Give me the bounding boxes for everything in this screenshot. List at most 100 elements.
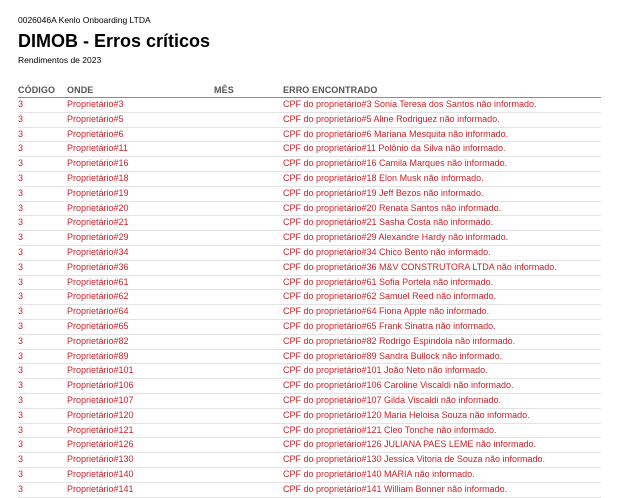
cell-erro: CPF do proprietário#18 Elon Musk não inf… <box>283 171 601 187</box>
table-row: 3 Proprietário#89 CPF do proprietário#89 S… <box>18 349 601 365</box>
column-header-onde: ONDE <box>67 85 214 98</box>
cell-codigo: 3 <box>18 482 67 498</box>
company-name: 0026046A Kenlo Onboarding LTDA <box>18 15 151 25</box>
table-row: 3 Proprietário#101 CPF do proprietário#101… <box>18 363 601 380</box>
table-row: 3 Proprietário#20 CPF do proprietário#20 R… <box>18 201 601 217</box>
cell-erro: CPF do proprietário#61 Sofia Portela não… <box>283 275 601 291</box>
cell-erro: CPF do proprietário#62 Samuel Reed não i… <box>283 289 601 306</box>
cell-codigo: 3 <box>18 112 67 128</box>
cell-mes <box>214 230 283 246</box>
cell-onde: Proprietário#64 <box>67 304 214 320</box>
cell-mes <box>214 349 283 365</box>
cell-mes <box>214 245 283 261</box>
cell-erro: CPF do proprietário#65 Frank Sinatra não… <box>283 319 601 335</box>
cell-onde: Proprietário#20 <box>67 201 214 217</box>
table-row: 3 Proprietário#61 CPF do proprietário#61 S… <box>18 275 601 291</box>
table-row: 3 Proprietário#18 CPF do proprietário#18 E… <box>18 171 601 187</box>
table-row: 3 Proprietário#107 CPF do proprietário#107… <box>18 393 601 409</box>
cell-erro: CPF do proprietário#82 Rodrigo Espindola… <box>283 334 601 350</box>
cell-mes <box>214 408 283 424</box>
cell-erro: CPF do proprietário#16 Camila Marques nã… <box>283 156 601 172</box>
cell-mes <box>214 482 283 498</box>
cell-erro: CPF do proprietário#89 Sandra Bullock nã… <box>283 349 601 365</box>
cell-onde: Proprietário#120 <box>67 408 214 424</box>
cell-onde: Proprietário#18 <box>67 171 214 187</box>
cell-erro: CPF do proprietário#11 Polônio da Silva … <box>283 141 601 158</box>
cell-erro: CPF do proprietário#19 Jeff Bezos não in… <box>283 186 601 202</box>
cell-mes <box>214 275 283 291</box>
table-row: 3 Proprietário#3 CPF do proprietário#3 Son… <box>18 97 601 113</box>
table-row: 3 Proprietário#64 CPF do proprietário#64 F… <box>18 304 601 320</box>
cell-codigo: 3 <box>18 141 67 158</box>
cell-erro: CPF do proprietário#36 M&V CONSTRUTORA L… <box>283 260 601 276</box>
table-row: 3 Proprietário#62 CPF do proprietário#62 S… <box>18 289 601 306</box>
cell-onde: Proprietário#126 <box>67 437 214 454</box>
cell-codigo: 3 <box>18 452 67 468</box>
cell-mes <box>214 156 283 172</box>
cell-erro: CPF do proprietário#120 Maria Heloisa So… <box>283 408 601 424</box>
cell-erro: CPF do proprietário#6 Mariana Mesquita n… <box>283 127 601 143</box>
table-row: 3 Proprietário#141 CPF do proprietário#141… <box>18 482 601 498</box>
cell-erro: CPF do proprietário#121 Cleo Tonche não … <box>283 423 601 439</box>
cell-mes <box>214 215 283 232</box>
cell-erro: CPF do proprietário#34 Chico Bento não i… <box>283 245 601 261</box>
cell-erro: CPF do proprietário#130 Jessica Vitoria … <box>283 452 601 468</box>
table-row: 3 Proprietário#130 CPF do proprietário#130… <box>18 452 601 468</box>
cell-mes <box>214 260 283 276</box>
cell-mes <box>214 171 283 187</box>
cell-codigo: 3 <box>18 215 67 232</box>
cell-mes <box>214 127 283 143</box>
table-row: 3 Proprietário#36 CPF do proprietário#36 M… <box>18 260 601 276</box>
cell-codigo: 3 <box>18 408 67 424</box>
cell-mes <box>214 363 283 380</box>
cell-mes <box>214 141 283 158</box>
cell-onde: Proprietário#21 <box>67 215 214 232</box>
cell-erro: CPF do proprietário#5 Aline Rodriguez nã… <box>283 112 601 128</box>
cell-codigo: 3 <box>18 171 67 187</box>
cell-codigo: 3 <box>18 230 67 246</box>
cell-mes <box>214 334 283 350</box>
cell-erro: CPF do proprietário#3 Sonia Teresa dos S… <box>283 97 601 113</box>
table-row: 3 Proprietário#65 CPF do proprietário#65 F… <box>18 319 601 335</box>
cell-mes <box>214 201 283 217</box>
cell-erro: CPF do proprietário#106 Caroline Viscald… <box>283 378 601 394</box>
cell-erro: CPF do proprietário#126 JULIANA PAES LEM… <box>283 437 601 454</box>
cell-onde: Proprietário#89 <box>67 349 214 365</box>
cell-mes <box>214 112 283 128</box>
cell-codigo: 3 <box>18 393 67 409</box>
cell-erro: CPF do proprietário#64 Fiona Apple não i… <box>283 304 601 320</box>
table-row: 3 Proprietário#5 CPF do proprietário#5 Ali… <box>18 112 601 128</box>
column-header-codigo: CÓDIGO <box>18 85 67 98</box>
cell-erro: CPF do proprietário#101 João Neto não in… <box>283 363 601 380</box>
cell-codigo: 3 <box>18 275 67 291</box>
cell-codigo: 3 <box>18 201 67 217</box>
cell-mes <box>214 97 283 113</box>
cell-codigo: 3 <box>18 349 67 365</box>
report-page: 0026046A Kenlo Onboarding LTDA DIMOB - E… <box>0 0 619 498</box>
table-row: 3 Proprietário#106 CPF do proprietário#106… <box>18 378 601 394</box>
table-body: 3 Proprietário#3 CPF do proprietário#3 Son… <box>18 97 601 498</box>
cell-mes <box>214 437 283 454</box>
cell-mes <box>214 289 283 306</box>
table-row: 3 Proprietário#121 CPF do proprietário#121… <box>18 423 601 439</box>
errors-table: CÓDIGO ONDE MÊS ERRO ENCONTRADO 3 Proprie… <box>18 85 601 498</box>
cell-onde: Proprietário#34 <box>67 245 214 261</box>
table-row: 3 Proprietário#120 CPF do proprietário#120… <box>18 408 601 424</box>
cell-onde: Proprietário#62 <box>67 289 214 306</box>
cell-onde: Proprietário#141 <box>67 482 214 498</box>
cell-onde: Proprietário#65 <box>67 319 214 335</box>
cell-codigo: 3 <box>18 319 67 335</box>
cell-codigo: 3 <box>18 334 67 350</box>
cell-mes <box>214 319 283 335</box>
cell-onde: Proprietário#29 <box>67 230 214 246</box>
cell-onde: Proprietário#5 <box>67 112 214 128</box>
cell-codigo: 3 <box>18 127 67 143</box>
cell-codigo: 3 <box>18 304 67 320</box>
cell-onde: Proprietário#106 <box>67 378 214 394</box>
cell-mes <box>214 423 283 439</box>
column-header-mes: MÊS <box>214 85 283 98</box>
cell-codigo: 3 <box>18 423 67 439</box>
cell-erro: CPF do proprietário#20 Renata Santos não… <box>283 201 601 217</box>
cell-onde: Proprietário#3 <box>67 97 214 113</box>
table-header-row: CÓDIGO ONDE MÊS ERRO ENCONTRADO <box>18 85 601 98</box>
